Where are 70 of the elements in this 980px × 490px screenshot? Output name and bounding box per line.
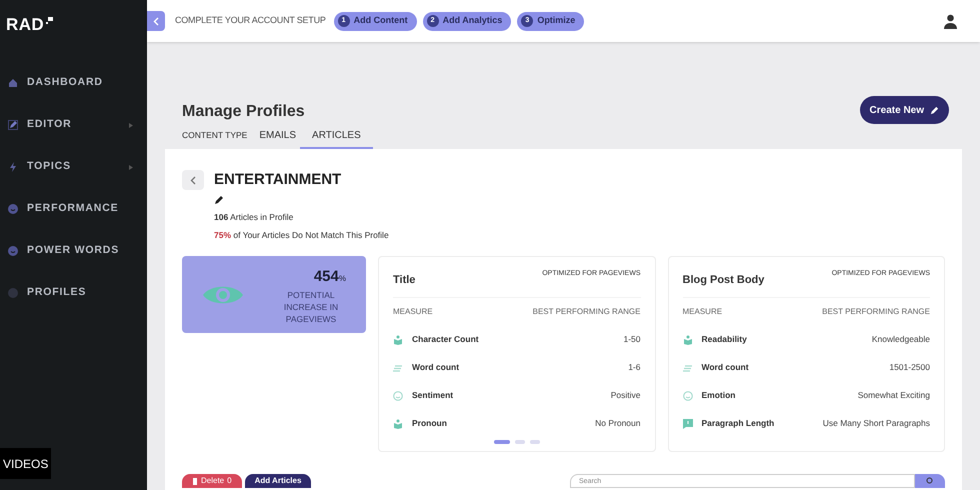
measure-name: Paragraph Length [702, 417, 774, 430]
increase-value: 454% [314, 266, 346, 286]
lines-icon [393, 362, 403, 372]
logo[interactable]: RAD [6, 12, 44, 38]
pencil-icon [930, 106, 939, 114]
sidebar-item[interactable]: PROFILES [0, 272, 147, 314]
book-icon [393, 334, 403, 344]
content-type-label: CONTENT TYPE [182, 129, 248, 142]
logo-mark-icon [46, 17, 54, 24]
speech-bubble-icon [682, 418, 692, 428]
column-header: BEST PERFORMING RANGE [822, 306, 930, 318]
search-button[interactable] [915, 474, 945, 488]
page-title: Manage Profiles [182, 102, 305, 122]
increase-caption: POTENTIAL INCREASE IN PAGEVIEWS [282, 288, 340, 324]
sidebar-item[interactable]: EDITOR [0, 104, 147, 146]
user-icon[interactable] [943, 14, 958, 28]
content-type-tab[interactable]: EMAILS [257, 126, 298, 149]
smiley-icon [682, 390, 692, 400]
caret-icon [129, 122, 133, 128]
collapse-button[interactable] [147, 11, 165, 31]
articles-count: 106 Articles in Profile [214, 210, 294, 224]
measure-name: Pronoun [412, 417, 447, 430]
column-header: MEASURE [393, 306, 433, 318]
range-value: 1-6 [628, 361, 640, 374]
range-value: Use Many Short Paragraphs [822, 417, 930, 430]
measure-name: Sentiment [412, 389, 454, 402]
column-header: BEST PERFORMING RANGE [532, 306, 640, 318]
delete-button[interactable]: Delete 0 [182, 474, 242, 488]
trash-icon [192, 477, 198, 485]
measure-name: Character Count [412, 333, 479, 346]
smiley-icon [8, 246, 18, 256]
chevron-left-icon [153, 16, 159, 26]
pencil-icon[interactable] [214, 194, 224, 204]
caret-icon [129, 164, 133, 170]
profile-name: ENTERTAINMENT [214, 170, 342, 190]
lines-icon [682, 362, 692, 372]
add-articles-button[interactable]: Add Articles [244, 474, 312, 488]
circle-icon [8, 288, 18, 298]
bolt-icon [8, 162, 18, 172]
sidebar-item[interactable]: DASHBOARD [0, 62, 147, 104]
measure-name: Emotion [702, 389, 736, 402]
range-value: Knowledgeable [872, 333, 930, 346]
measure-name: Word count [702, 361, 749, 374]
sidebar-item[interactable]: POWER WORDS [0, 230, 147, 272]
create-new-button[interactable]: Create New [860, 96, 949, 124]
column-header: MEASURE [682, 306, 722, 318]
smiley-icon [393, 390, 403, 400]
book-icon [393, 418, 403, 428]
videos-label[interactable]: VIDEOS [0, 448, 52, 479]
measure-name: Word count [412, 361, 460, 374]
range-value: Somewhat Exciting [858, 389, 930, 402]
smiley-icon [8, 204, 18, 214]
sidebar-item[interactable]: TOPICS [0, 146, 147, 188]
pencil-icon [8, 120, 18, 130]
card-title: Blog Post Body [682, 273, 764, 288]
sidebar-item[interactable]: PERFORMANCE [0, 188, 147, 230]
range-value: 1501-2500 [889, 361, 930, 374]
search-icon [926, 477, 934, 485]
setup-label: COMPLETE YOUR ACCOUNT SETUP [175, 14, 326, 28]
mismatch-text: 75% of Your Articles Do Not Match This Profile [214, 229, 390, 242]
page-indicator[interactable] [494, 440, 510, 444]
range-value: 1-50 [623, 333, 640, 346]
book-icon [682, 334, 692, 344]
measure-name: Readability [702, 333, 747, 346]
chevron-left-icon [190, 176, 196, 185]
back-button[interactable] [182, 170, 204, 190]
house-icon [8, 78, 18, 88]
range-value: Positive [610, 389, 640, 402]
range-value: No Pronoun [595, 417, 640, 430]
card-title: Title [393, 273, 416, 288]
